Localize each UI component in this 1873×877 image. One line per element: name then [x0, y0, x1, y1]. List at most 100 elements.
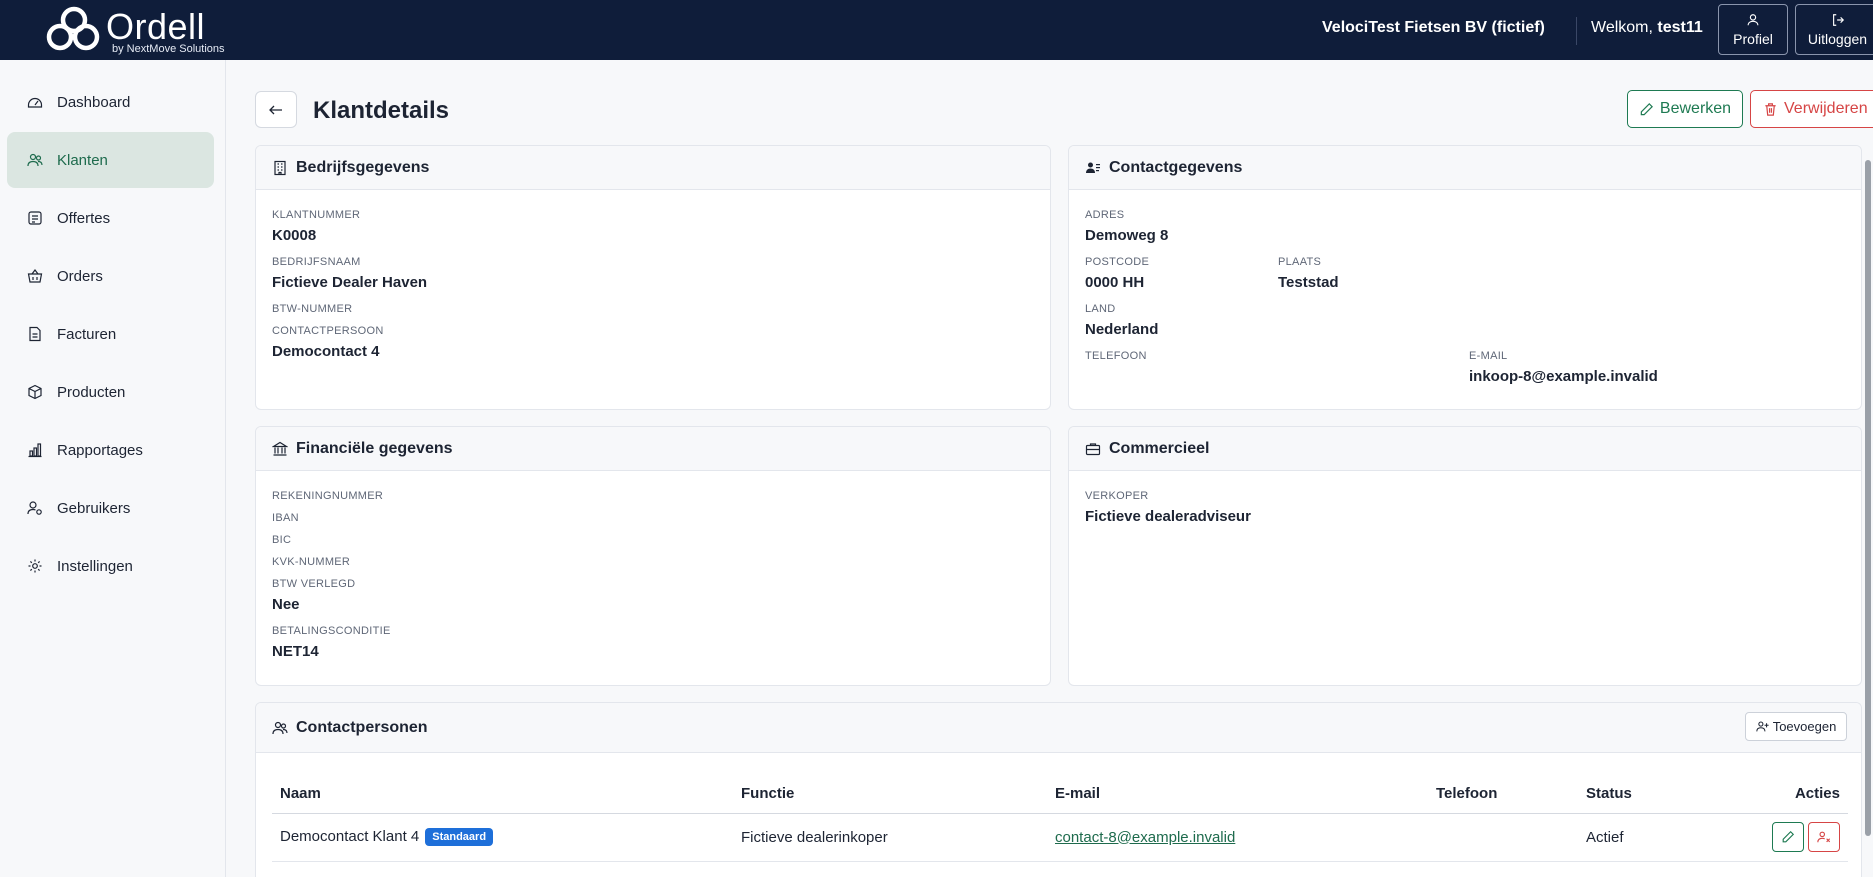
kvk-label: KVK-nummer	[272, 556, 351, 568]
bar-chart-icon	[28, 443, 42, 458]
welcome-prefix: Welkom,	[1591, 19, 1658, 36]
table-row: Democontact Klant 4 Standaard Fictieve de…	[272, 813, 1848, 862]
land-label: Land	[1085, 303, 1116, 315]
delete-button[interactable]: Verwijderen	[1750, 90, 1873, 128]
finance-card: Financiële gegevens Rekeningnummer IBAN …	[255, 426, 1051, 686]
btw-verlegd-field: BTW verlegd Nee	[272, 578, 355, 613]
btw-label: BTW-nummer	[272, 303, 353, 315]
brand-subtitle: by NextMove Solutions	[112, 43, 225, 55]
commercial-card: Commercieel Verkoper Fictieve dealeradvi…	[1068, 426, 1862, 686]
welcome-text: Welkom, test11	[1591, 19, 1703, 37]
klantnummer-label: Klantnummer	[272, 209, 361, 221]
verkoper-label: Verkoper	[1085, 490, 1149, 502]
column-header-acties: Acties	[1728, 775, 1848, 814]
plaats-value: Teststad	[1278, 274, 1339, 291]
contactpersoon-value: Democontact 4	[272, 343, 380, 360]
brand-name: Ordell	[106, 6, 206, 47]
postcode-field: Postcode 0000 HH	[1085, 256, 1149, 291]
page-scrollbar[interactable]	[1863, 148, 1873, 860]
column-header-naam: Naam	[272, 775, 733, 814]
klantnummer-field: Klantnummer K0008	[272, 209, 360, 244]
file-icon	[29, 326, 41, 342]
gear-icon	[28, 559, 42, 573]
contactpersoon-field: Contactpersoon Democontact 4	[272, 325, 384, 360]
sidebar-item-facturen[interactable]: Facturen	[7, 306, 214, 362]
sidebar-label-facturen: Facturen	[57, 325, 117, 343]
sidebar-item-dashboard[interactable]: Dashboard	[7, 74, 214, 130]
sidebar-label-offertes: Offertes	[57, 209, 111, 227]
finance-card-header: Financiële gegevens	[256, 427, 1050, 471]
sidebar-item-offertes[interactable]: Offertes	[7, 190, 214, 246]
bic-label: BIC	[272, 534, 292, 546]
sidebar-item-instellingen[interactable]: Instellingen	[7, 538, 214, 594]
bedrijfsnaam-field: Bedrijfsnaam Fictieve Dealer Haven	[272, 256, 427, 291]
logout-icon	[1832, 13, 1844, 26]
top-bar: Ordell by NextMove Solutions VelociTest …	[0, 0, 1873, 60]
sidebar-item-klanten[interactable]: Klanten	[7, 132, 214, 188]
user-gear-icon	[27, 501, 42, 515]
betalingsconditie-value: NET14	[272, 643, 319, 660]
contacts-card-header: Contactpersonen	[256, 703, 1861, 753]
klantnummer-value: K0008	[272, 227, 317, 244]
profile-label: Profiel	[1733, 30, 1773, 47]
contact-status: Actief	[1578, 813, 1728, 862]
dashboard-icon	[27, 97, 43, 108]
sidebar-item-producten[interactable]: Producten	[7, 364, 214, 420]
username: test11	[1657, 19, 1703, 36]
deactivate-contact-button[interactable]	[1808, 822, 1840, 852]
company-card: Bedrijfsgegevens Klantnummer K0008 Bedri…	[255, 145, 1051, 410]
contacts-card-title: Contactpersonen	[296, 718, 428, 736]
contacts-table: Naam Functie E-mail Telefoon Status Acti…	[272, 775, 1848, 862]
sidebar-item-orders[interactable]: Orders	[7, 248, 214, 304]
column-header-email: E-mail	[1047, 775, 1428, 814]
column-header-telefoon: Telefoon	[1428, 775, 1578, 814]
postcode-label: Postcode	[1085, 256, 1150, 268]
contact-card: Contactgegevens Adres Demoweg 8 Postcode…	[1068, 145, 1862, 410]
telefoon-label: Telefoon	[1085, 350, 1147, 362]
sidebar-label-producten: Producten	[57, 383, 126, 401]
plaats-label: Plaats	[1278, 256, 1322, 268]
sidebar-item-gebruikers[interactable]: Gebruikers	[7, 480, 214, 536]
edit-contact-button[interactable]	[1772, 822, 1804, 852]
logout-label: Uitloggen	[1807, 30, 1868, 47]
btw-verlegd-value: Nee	[272, 596, 300, 613]
adres-value: Demoweg 8	[1085, 227, 1169, 244]
btw-verlegd-label: BTW verlegd	[272, 578, 356, 590]
bedrijfsnaam-value: Fictieve Dealer Haven	[272, 274, 428, 291]
back-button[interactable]	[255, 91, 297, 128]
profile-button[interactable]: Profiel	[1718, 4, 1788, 55]
default-badge: Standaard	[425, 828, 494, 846]
email-label: E-mail	[1469, 350, 1508, 362]
betalingsconditie-field: Betalingsconditie NET14	[272, 625, 391, 660]
add-contact-button[interactable]: Toevoegen	[1745, 712, 1847, 741]
box-icon	[28, 384, 42, 400]
user-x-icon	[1817, 831, 1831, 843]
sidebar-label-rapportages: Rapportages	[57, 441, 143, 459]
contact-name-cell: Democontact Klant 4 Standaard	[272, 813, 733, 862]
contact-name: Democontact Klant 4	[280, 828, 420, 845]
user-icon	[1747, 13, 1759, 25]
rekeningnummer-field: Rekeningnummer	[272, 490, 383, 502]
sidebar-label-instellingen: Instellingen	[57, 557, 133, 575]
header-divider	[1576, 17, 1577, 45]
contact-email-link[interactable]: contact-8@example.invalid	[1055, 829, 1235, 846]
users-icon	[272, 721, 288, 734]
betalingsconditie-label: Betalingsconditie	[272, 625, 391, 637]
bedrijfsnaam-label: Bedrijfsnaam	[272, 256, 361, 268]
edit-button[interactable]: Bewerken	[1627, 90, 1743, 128]
email-value: inkoop-8@example.invalid	[1469, 368, 1658, 385]
contact-phone	[1428, 813, 1578, 862]
contact-function: Fictieve dealerinkoper	[733, 813, 1047, 862]
briefcase-icon	[1085, 442, 1101, 455]
scrollbar-thumb[interactable]	[1865, 160, 1871, 836]
bank-icon	[272, 441, 288, 456]
btw-field: BTW-nummer	[272, 303, 352, 315]
page-title: Klantdetails	[313, 97, 450, 124]
logo[interactable]: Ordell by NextMove Solutions	[44, 4, 225, 56]
sidebar-label-klanten: Klanten	[57, 151, 108, 169]
land-field: Land Nederland	[1085, 303, 1158, 338]
company-name: VelociTest Fietsen BV (fictief)	[1322, 19, 1545, 36]
land-value: Nederland	[1085, 321, 1159, 338]
logout-button[interactable]: Uitloggen	[1795, 4, 1873, 55]
sidebar-item-rapportages[interactable]: Rapportages	[7, 422, 214, 478]
